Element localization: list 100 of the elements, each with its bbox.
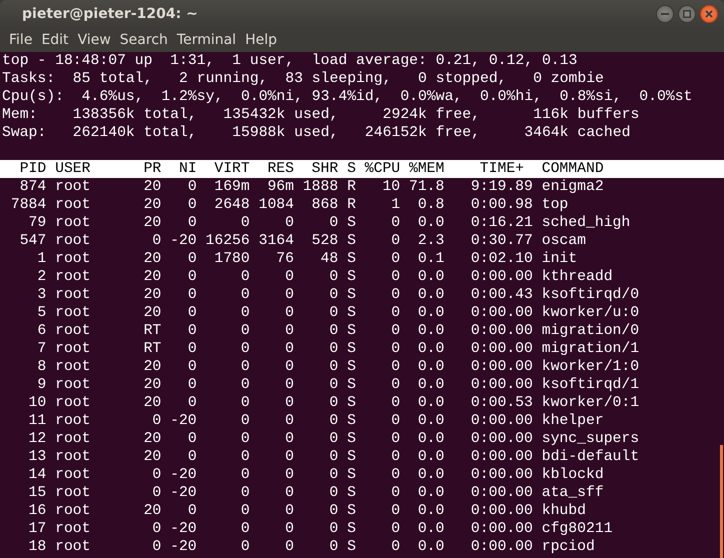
column-header[interactable]: %MEM — [408, 160, 444, 178]
menu-item[interactable]: Terminal — [174, 32, 240, 48]
table-cell: 0 — [240, 358, 250, 376]
table-cell: 5 — [37, 304, 46, 322]
table-cell: 0:00.00 — [470, 484, 533, 502]
table-cell: S — [347, 250, 356, 268]
table-cell: 0.0 — [418, 448, 444, 466]
table-cell: 0 — [391, 466, 400, 484]
column-header[interactable]: SHR — [312, 160, 338, 178]
table-cell: 868 — [312, 196, 338, 214]
maximize-button[interactable] — [678, 5, 696, 23]
table-cell: migration/1 — [542, 340, 640, 358]
table-cell: 0 — [285, 304, 294, 322]
table-cell: 0.0 — [418, 502, 444, 520]
column-header[interactable]: PR — [144, 160, 162, 178]
table-cell: 0 — [188, 286, 197, 304]
table-cell: root — [55, 196, 90, 214]
table-cell: 169m — [214, 178, 250, 196]
table-cell: 0 — [391, 232, 400, 250]
table-cell: 0 — [285, 520, 294, 538]
column-header[interactable]: RES — [267, 160, 294, 178]
table-cell: 1 — [391, 196, 400, 214]
table-cell: 96m — [267, 178, 294, 196]
close-icon — [705, 10, 713, 18]
column-header[interactable]: NI — [178, 160, 197, 178]
table-cell: S — [347, 448, 356, 466]
table-cell: 0 — [391, 430, 400, 448]
table-cell: 20 — [144, 448, 162, 466]
table-cell: root — [55, 376, 90, 394]
table-cell: 20 — [144, 196, 162, 214]
table-cell: 528 — [312, 232, 338, 250]
table-cell: 0:00.00 — [470, 520, 533, 538]
table-cell: 0 — [188, 250, 197, 268]
table-cell: 1780 — [214, 250, 250, 268]
table-cell: root — [55, 448, 90, 466]
table-cell: S — [347, 430, 356, 448]
table-cell: top — [542, 196, 568, 214]
column-header[interactable]: TIME+ — [480, 160, 524, 178]
table-cell: 20 — [144, 214, 162, 232]
table-cell: 0 — [391, 322, 400, 340]
menu-item[interactable]: Edit — [38, 32, 72, 48]
table-cell: 0 — [391, 394, 400, 412]
table-cell: 0 — [240, 394, 250, 412]
table-cell: 10 — [28, 394, 46, 412]
table-cell: root — [55, 394, 90, 412]
table-cell: 0.0 — [418, 484, 444, 502]
table-cell: 0 — [152, 538, 162, 556]
table-cell: 0 — [391, 340, 400, 358]
column-header[interactable]: %CPU — [364, 160, 400, 178]
table-cell: 0 — [391, 448, 400, 466]
table-cell: 0 — [152, 232, 162, 250]
table-cell: 0 — [188, 358, 197, 376]
column-header[interactable]: COMMAND — [542, 160, 604, 178]
table-cell: R — [347, 178, 356, 196]
menu-item[interactable]: Help — [242, 32, 280, 48]
table-cell: migration/0 — [542, 322, 640, 340]
column-header[interactable]: VIRT — [214, 160, 250, 178]
table-cell: enigma2 — [542, 178, 604, 196]
menu-item[interactable]: View — [74, 32, 114, 48]
table-cell: 2.3 — [418, 232, 444, 250]
table-cell: 1084 — [258, 196, 294, 214]
table-cell: 0 — [329, 484, 338, 502]
table-cell: 0 — [285, 430, 294, 448]
table-cell: 0 — [391, 484, 400, 502]
table-cell: 0 — [188, 394, 197, 412]
table-cell: 0 — [240, 286, 250, 304]
table-cell: root — [55, 178, 90, 196]
table-cell: 1888 — [302, 178, 338, 196]
table-cell: 0 — [152, 466, 162, 484]
table-cell: 76 — [276, 250, 294, 268]
table-cell: 20 — [144, 178, 162, 196]
table-cell: S — [347, 304, 356, 322]
minimize-button[interactable] — [656, 5, 674, 23]
table-cell: 79 — [28, 214, 46, 232]
close-button[interactable] — [700, 5, 718, 23]
table-cell: 0 — [240, 340, 250, 358]
column-header[interactable]: USER — [55, 160, 90, 178]
table-cell: 0 — [240, 412, 250, 430]
table-cell: 0 — [329, 538, 338, 556]
table-cell: 17 — [28, 520, 46, 538]
table-cell: root — [55, 304, 90, 322]
table-cell: khelper — [542, 412, 604, 430]
menu-item[interactable]: File — [6, 32, 36, 48]
table-cell: 20 — [144, 268, 162, 286]
table-cell: 12 — [28, 430, 46, 448]
column-header[interactable]: S — [347, 160, 356, 178]
table-cell: root — [55, 232, 90, 250]
table-cell: S — [347, 286, 356, 304]
table-cell: root — [55, 412, 90, 430]
table-cell: 0:00.00 — [470, 340, 533, 358]
summary-line: Tasks: 85 total, 2 running, 83 sleeping, 0 stopped, 0 zombie — [2, 70, 605, 88]
table-cell: 13 — [28, 448, 46, 466]
table-cell: kthreadd — [542, 268, 613, 286]
column-header[interactable]: PID — [20, 160, 46, 178]
table-cell: 0:00.00 — [470, 466, 533, 484]
table-cell: R — [347, 196, 356, 214]
menu-item[interactable]: Search — [116, 32, 171, 48]
scrollbar-thumb[interactable] — [720, 445, 723, 558]
table-cell: 0 — [240, 322, 250, 340]
table-cell: 0.0 — [418, 520, 444, 538]
